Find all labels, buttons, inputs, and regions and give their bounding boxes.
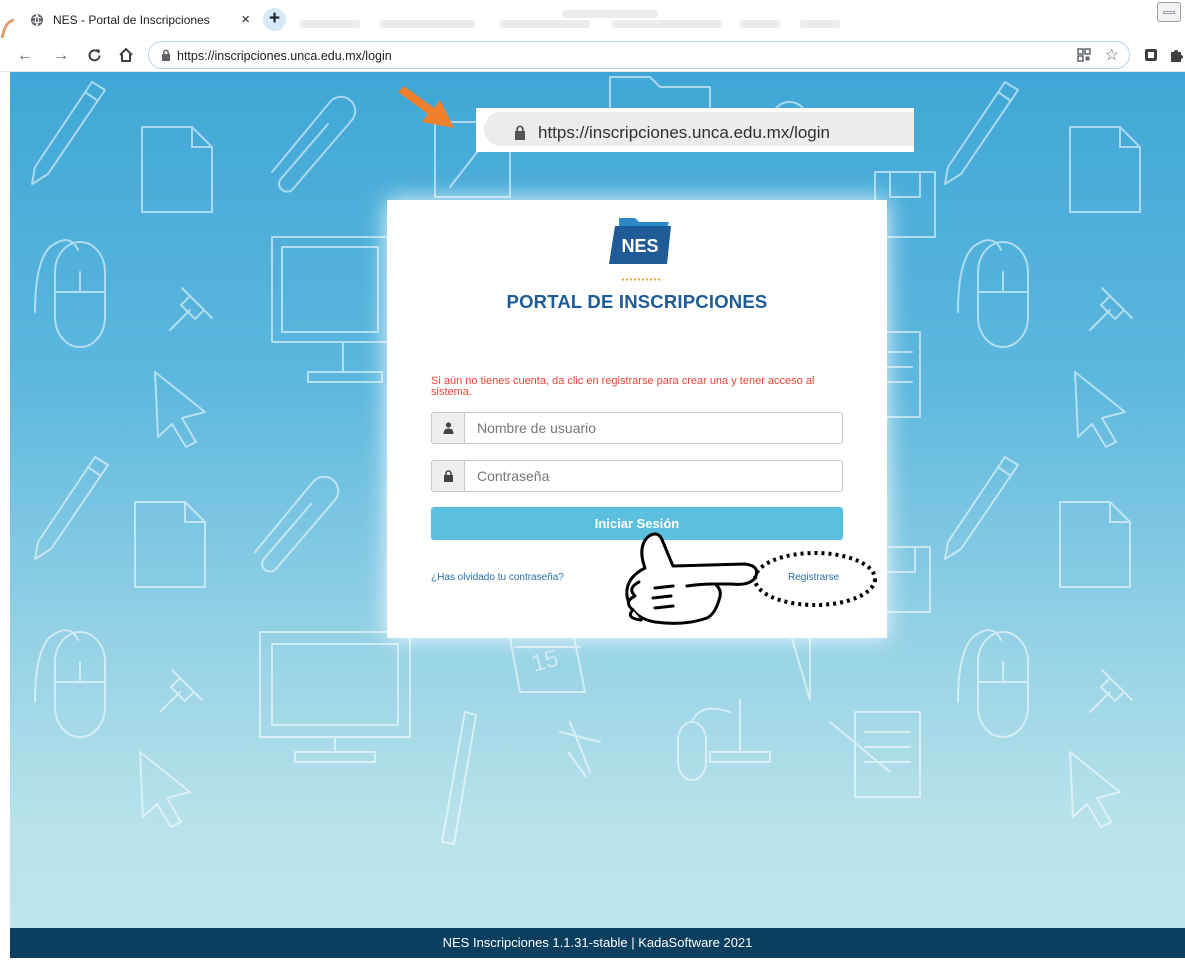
password-field: [431, 460, 843, 492]
callout-arrow-icon: [398, 86, 454, 128]
forward-icon[interactable]: →: [53, 47, 69, 65]
bottom-edge: [0, 958, 1185, 963]
login-card: NES PORTAL DE INSCRIPCIONES Si aún no ti…: [387, 200, 887, 638]
username-field: [431, 412, 843, 444]
globe-icon: [31, 13, 43, 27]
back-icon[interactable]: ←: [17, 47, 33, 65]
browser-tab[interactable]: NES - Portal de Inscripciones ×: [14, 2, 252, 38]
forgot-password-link[interactable]: ¿Has olvidado tu contraseña?: [431, 572, 564, 583]
page-viewport: 15 https://inscripciones.unca.edu.mx/log…: [10, 72, 1185, 963]
username-input[interactable]: [477, 419, 827, 437]
blurred-tabs: [300, 8, 840, 28]
page-title: PORTAL DE INSCRIPCIONES: [506, 291, 768, 312]
zoomed-address-field: https://inscripciones.unca.edu.mx/login: [484, 112, 914, 146]
address-text: https://inscripciones.unca.edu.mx/login: [177, 49, 392, 63]
browser-toolbar: ← → https://inscripciones.unca.edu.mx/lo…: [0, 38, 1185, 72]
browser-chrome: NES - Portal de Inscripciones × + ← → ht…: [0, 0, 1185, 72]
zoomed-address-text: https://inscripciones.unca.edu.mx/login: [538, 123, 830, 142]
zoomed-address-callout: https://inscripciones.unca.edu.mx/login: [476, 108, 914, 152]
qr-icon[interactable]: [1077, 48, 1091, 62]
lock-icon: [515, 125, 525, 140]
lock-icon: [444, 470, 453, 482]
pointing-hand-icon: [625, 532, 759, 625]
reload-icon[interactable]: [87, 48, 102, 63]
nes-logo: NES: [609, 218, 671, 264]
svg-text:NES: NES: [621, 236, 658, 256]
highlight-ellipse: [753, 551, 877, 607]
tab-title: NES - Portal de Inscripciones: [53, 13, 210, 27]
svg-text:15: 15: [529, 645, 562, 678]
home-icon[interactable]: [118, 47, 134, 63]
user-icon: [443, 422, 454, 434]
window-restore-button[interactable]: [1157, 2, 1181, 22]
register-notice: Si aún no tienes cuenta, da clic en regi…: [431, 375, 815, 398]
lock-addon: [432, 461, 465, 491]
star-icon[interactable]: ☆: [1105, 45, 1119, 65]
window-edge-icon: [0, 18, 14, 40]
extension-icon[interactable]: [1144, 48, 1158, 62]
tab-strip: NES - Portal de Inscripciones × +: [0, 0, 1185, 40]
logo-dots: [621, 278, 661, 281]
new-tab-button[interactable]: +: [263, 8, 286, 31]
user-addon: [432, 413, 465, 443]
address-bar[interactable]: https://inscripciones.unca.edu.mx/login …: [148, 41, 1130, 69]
tab-close-icon[interactable]: ×: [241, 11, 250, 28]
lock-icon: [162, 49, 170, 61]
puzzle-icon[interactable]: [1168, 47, 1184, 63]
password-input[interactable]: [477, 467, 827, 485]
